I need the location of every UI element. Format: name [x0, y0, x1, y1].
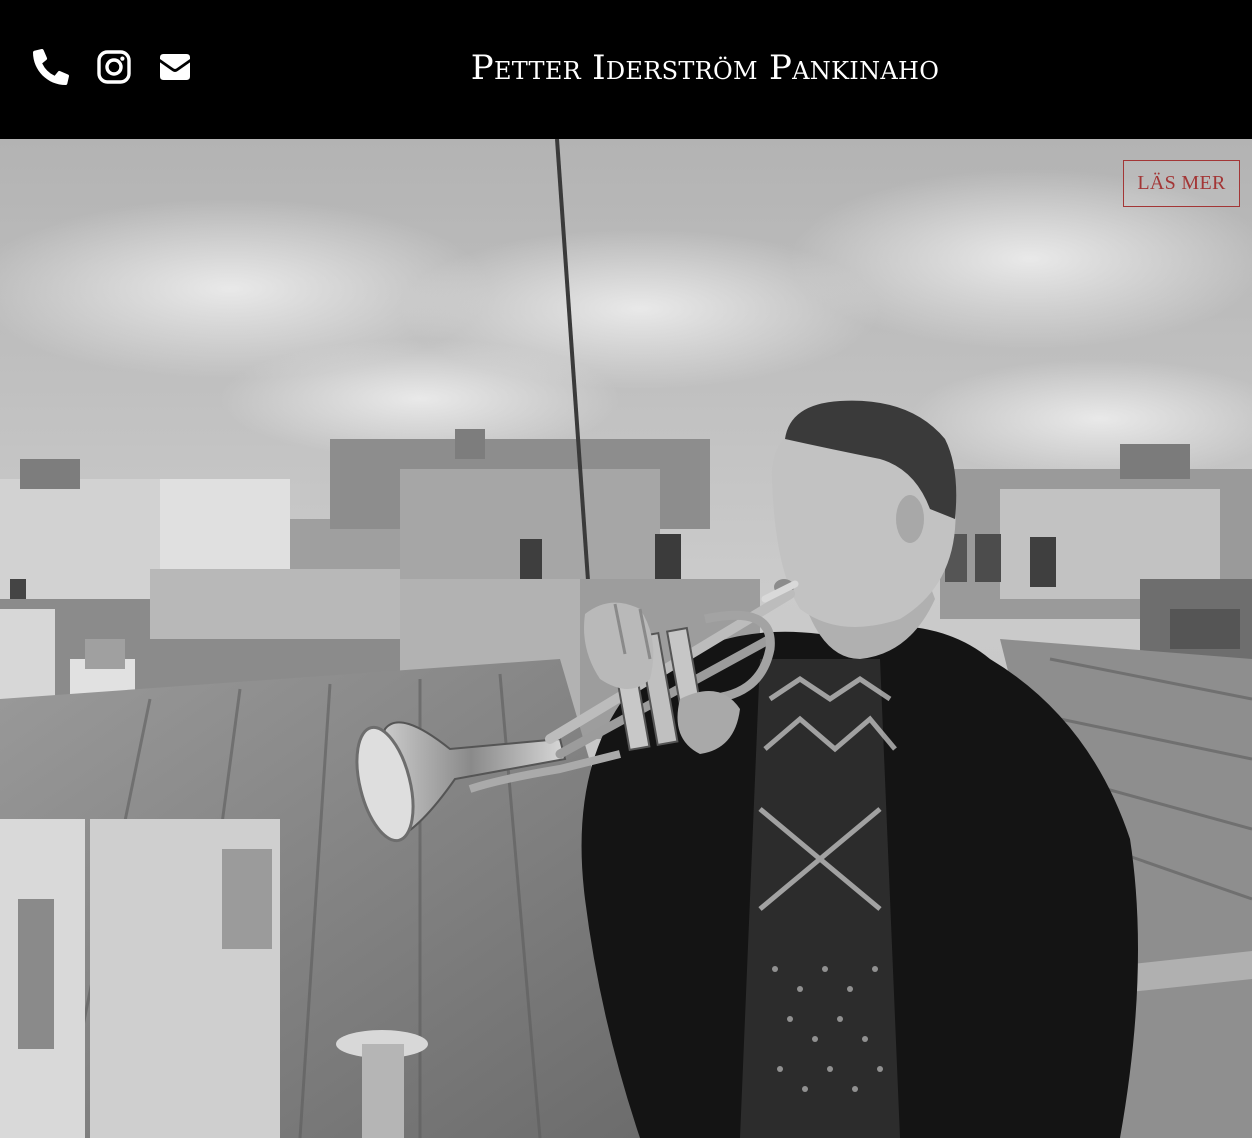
- mail-icon[interactable]: [157, 49, 193, 85]
- hero-section: LÄS MER: [0, 139, 1252, 1138]
- page: Petter Iderström Pankinaho LÄS MER: [0, 0, 1252, 1138]
- phone-icon[interactable]: [33, 49, 69, 85]
- site-header: Petter Iderström Pankinaho: [0, 0, 1252, 139]
- instagram-icon[interactable]: [96, 49, 132, 85]
- read-more-button[interactable]: LÄS MER: [1123, 160, 1240, 207]
- site-title[interactable]: Petter Iderström Pankinaho: [440, 46, 970, 90]
- hero-photo: [0, 139, 1252, 1138]
